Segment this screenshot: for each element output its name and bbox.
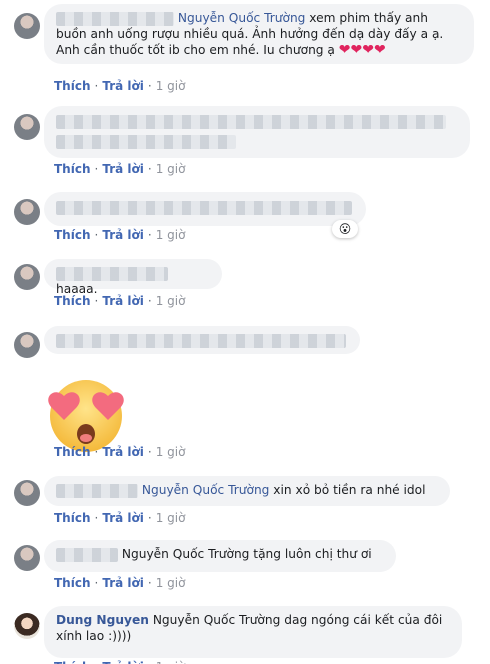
avatar[interactable] (14, 613, 40, 639)
timestamp[interactable]: 1 giờ (156, 511, 186, 525)
blurred-author-name (56, 483, 138, 498)
separator: · (94, 445, 99, 459)
separator: · (147, 294, 152, 308)
reply-link[interactable]: Trả lời (102, 228, 144, 242)
comment-bubble (44, 192, 366, 226)
timestamp[interactable]: 1 giờ (156, 294, 186, 308)
timestamp[interactable]: 1 giờ (156, 228, 186, 242)
like-link[interactable]: Thích (54, 660, 91, 664)
separator: · (94, 79, 99, 93)
comment-actions: Thích·Trả lời·1 giờ (54, 79, 185, 93)
like-link[interactable]: Thích (54, 228, 91, 242)
separator: · (147, 576, 152, 590)
mention-tag[interactable]: Nguyễn Quốc Trường (178, 11, 306, 25)
blurred-text (56, 333, 346, 348)
reply-link[interactable]: Trả lời (102, 162, 144, 176)
reply-link[interactable]: Trả lời (102, 294, 144, 308)
mention-tag[interactable]: Nguyễn Quốc Trường (153, 613, 281, 627)
blurred-text (56, 135, 236, 149)
comment-bubble: haaaa. (44, 259, 222, 296)
reaction-badge[interactable]: 😮 (332, 220, 358, 238)
separator: · (147, 511, 152, 525)
like-link[interactable]: Thích (54, 511, 91, 525)
blurred-author-name (56, 11, 174, 26)
comment-bubble: Nguyễn Quốc Trường xin xỏ bỏ tiền ra nhé… (44, 476, 450, 506)
timestamp[interactable]: 1 giờ (156, 660, 186, 664)
like-link[interactable]: Thích (54, 445, 91, 459)
comment-actions: Thích·Trả lời·1 giờ (54, 511, 185, 525)
reply-link[interactable]: Trả lời (102, 79, 144, 93)
reply-link[interactable]: Trả lời (102, 511, 144, 525)
like-link[interactable]: Thích (54, 294, 91, 308)
avatar[interactable] (14, 480, 40, 506)
comment-actions: Thích·Trả lời·1 giờ (54, 445, 185, 459)
blurred-text (56, 115, 446, 129)
heart-eyes-emoji (48, 380, 124, 452)
separator: · (95, 660, 99, 664)
surprised-face-icon: 😮 (338, 222, 352, 236)
timestamp[interactable]: 1 giờ (156, 445, 186, 459)
avatar[interactable] (14, 13, 40, 39)
separator: · (94, 511, 99, 525)
blurred-author-name (56, 547, 118, 562)
timestamp[interactable]: 1 giờ (156, 162, 186, 176)
heart-icon: ❤ (373, 42, 386, 58)
blurred-text (56, 201, 352, 215)
reply-link[interactable]: Trả lời (102, 660, 144, 664)
comment-text: tặng luôn chị thư ơi (249, 547, 372, 561)
separator: · (148, 660, 152, 664)
comment-actions: Thích·Trả lời·1 giờ (54, 660, 185, 664)
like-link[interactable]: Thích (54, 162, 91, 176)
separator: · (94, 162, 99, 176)
separator: · (147, 79, 152, 93)
heart-icon: ❤ (338, 42, 351, 58)
blurred-author-name (56, 266, 168, 281)
comment-actions: Thích·Trả lời·1 giờ (54, 576, 185, 590)
avatar[interactable] (14, 545, 40, 571)
comment-bubble: Nguyễn Quốc Trường xem phim thấy anh buồ… (44, 4, 474, 64)
separator: · (147, 162, 152, 176)
reply-link[interactable]: Trả lời (102, 576, 144, 590)
comment-actions: Thích·Trả lời·1 giờ (54, 294, 185, 308)
mention-tag[interactable]: Nguyễn Quốc Trường (142, 483, 270, 497)
separator: · (147, 228, 152, 242)
comment-bubble: Nguyễn Quốc Trường tặng luôn chị thư ơi (44, 540, 396, 572)
like-link[interactable]: Thích (54, 576, 91, 590)
avatar[interactable] (14, 199, 40, 225)
separator: · (94, 294, 99, 308)
comment-text: xin xỏ bỏ tiền ra nhé idol (269, 483, 426, 497)
mention-tag[interactable]: Nguyễn Quốc Trường (122, 547, 250, 561)
avatar[interactable] (14, 332, 40, 358)
timestamp[interactable]: 1 giờ (156, 576, 186, 590)
comment-author[interactable]: Dung Nguyen (56, 613, 149, 627)
separator: · (147, 445, 152, 459)
comment-bubble (44, 326, 360, 354)
comment-bubble: Dung Nguyen Nguyễn Quốc Trường dag ngóng… (44, 606, 462, 658)
timestamp[interactable]: 1 giờ (156, 79, 186, 93)
heart-icon: ❤ (362, 42, 374, 58)
avatar[interactable] (14, 114, 40, 140)
heart-icon: ❤ (350, 42, 363, 58)
separator: · (94, 228, 99, 242)
avatar[interactable] (14, 264, 40, 290)
comment-actions: Thích·Trả lời·1 giờ (54, 228, 185, 242)
reply-link[interactable]: Trả lời (102, 445, 144, 459)
like-link[interactable]: Thích (54, 79, 91, 93)
comment-bubble (44, 106, 470, 158)
heart-emojis: ❤❤❤❤ (338, 42, 386, 58)
comment-actions: Thích·Trả lời·1 giờ (54, 162, 185, 176)
separator: · (94, 576, 99, 590)
